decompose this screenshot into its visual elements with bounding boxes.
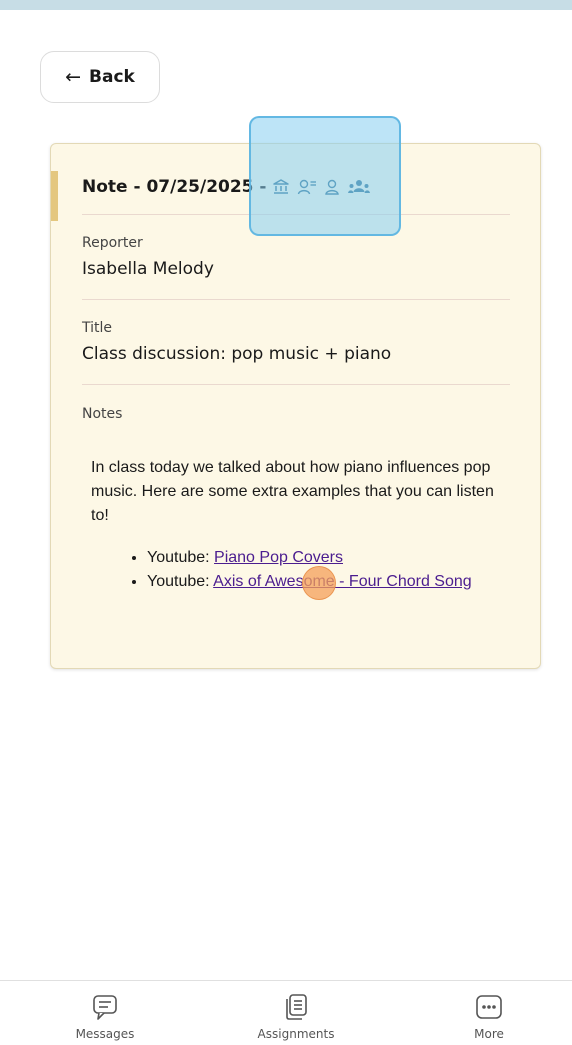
click-indicator <box>302 566 336 600</box>
message-icon <box>90 993 120 1021</box>
card-accent <box>51 171 58 221</box>
back-button[interactable]: ← Back <box>40 51 160 103</box>
top-bar <box>0 0 572 10</box>
nav-assignments[interactable]: Assignments <box>241 993 351 1041</box>
selection-highlight <box>249 116 401 236</box>
reporter-label: Reporter <box>82 235 143 251</box>
piano-pop-covers-link[interactable]: Piano Pop Covers <box>214 549 343 566</box>
notes-body: In class today we talked about how piano… <box>91 456 511 594</box>
arrow-left-icon: ← <box>65 65 82 88</box>
link-prefix: Youtube: <box>147 549 215 566</box>
nav-label: More <box>474 1027 504 1041</box>
note-heading: Note - 07/25/2025 - <box>82 177 267 197</box>
nav-messages[interactable]: Messages <box>50 993 160 1041</box>
divider <box>82 299 510 300</box>
bottom-nav: Messages Assignments More <box>0 980 572 1045</box>
back-label: Back <box>89 67 135 87</box>
list-item: Youtube: Piano Pop Covers <box>147 546 511 570</box>
divider <box>82 384 510 385</box>
more-icon <box>474 993 504 1021</box>
notes-label: Notes <box>82 406 123 422</box>
nav-label: Messages <box>75 1027 135 1041</box>
nav-more[interactable]: More <box>434 993 544 1041</box>
title-label: Title <box>82 320 113 336</box>
assignments-icon <box>281 993 311 1021</box>
nav-label: Assignments <box>257 1027 335 1041</box>
reporter-value: Isabella Melody <box>82 259 214 279</box>
notes-text: In class today we talked about how piano… <box>91 459 494 524</box>
link-list: Youtube: Piano Pop Covers Youtube: Axis … <box>91 546 511 594</box>
four-chord-song-link[interactable]: Axis of Awesome - Four Chord Song <box>213 573 472 590</box>
title-value: Class discussion: pop music + piano <box>82 344 392 364</box>
link-prefix: Youtube: <box>147 573 214 590</box>
